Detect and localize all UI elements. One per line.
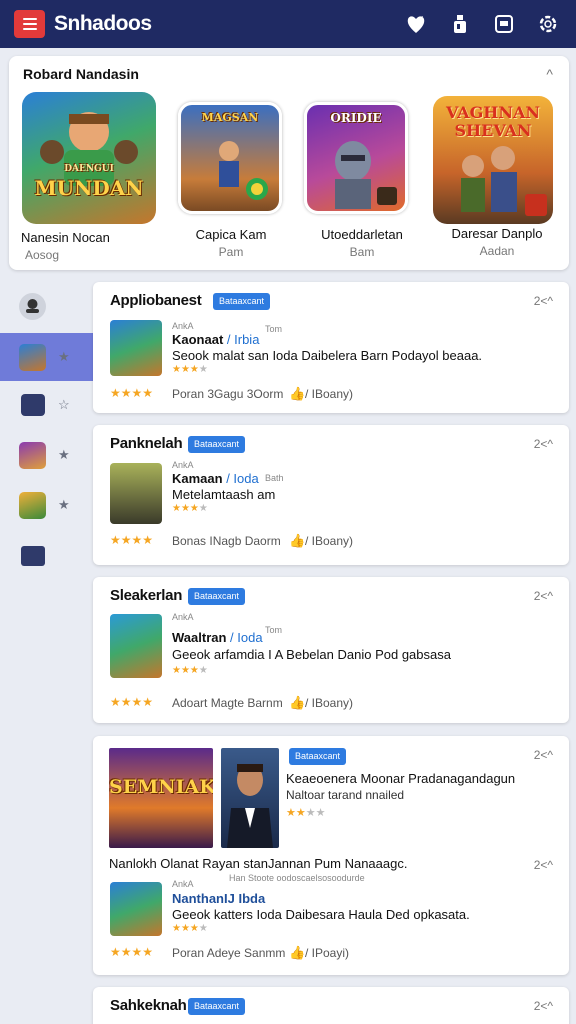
featured-app[interactable]: MAGSAN Capica Kam Pam (161, 92, 301, 259)
menu-button[interactable] (14, 10, 45, 38)
app-card[interactable]: Appliobanest Bataaxcant 2<^ AnkA Tom Kao… (93, 282, 569, 413)
collapse-icon[interactable]: ^ (546, 66, 553, 82)
app-name: NanthanIJ Ibda (172, 891, 266, 906)
rating-stars: ★★★★ (172, 665, 208, 676)
app-thumbnail (110, 882, 162, 936)
sidebar-item-chat[interactable]: ☆ (0, 381, 93, 429)
rating-stars: ★★★★ (110, 695, 154, 709)
game-art: MAGSAN (178, 102, 282, 214)
sidebar-item-profile[interactable] (0, 282, 93, 330)
collapse-icon[interactable]: 2<^ (534, 858, 553, 872)
rating-stars: ★★★★ (286, 807, 326, 819)
featured-section: Robard Nandasin ^ DAENGUI MUNDAN Nanesin… (9, 56, 569, 270)
rating-stars: ★★★★ (172, 923, 208, 934)
app-thumbnail (110, 463, 162, 524)
status-badge: Bataaxcant (289, 748, 347, 765)
sidebar-item-cards[interactable] (0, 532, 93, 580)
sidebar-item-game[interactable]: ★ (0, 481, 93, 529)
game-thumb (19, 441, 46, 469)
card-title: Sleakerlan (110, 587, 183, 604)
heart-shield-icon[interactable] (404, 12, 428, 36)
status-badge: Bataaxcant (213, 293, 271, 310)
rating-stars: ★★★★ (172, 364, 208, 375)
app-name: Waaltran / Ioda (172, 630, 263, 645)
card-icon (21, 546, 45, 566)
rating-stars: ★★★★ (172, 503, 208, 514)
game-thumb (19, 491, 46, 519)
thumbs-up-icon[interactable]: 👍 (289, 695, 305, 710)
collapse-icon[interactable]: 2<^ (534, 999, 553, 1013)
promo-line: Nanlokh Olanat Rayan stanJannan Pum Nana… (109, 856, 408, 871)
app-name: Kaonaat / Irbia (172, 332, 260, 347)
card-title: Panknelah (110, 435, 183, 452)
game-art: VAGHNAN SHEVAN (433, 96, 553, 224)
game-art: DAENGUI MUNDAN (22, 92, 156, 224)
bottle-icon[interactable] (448, 12, 472, 36)
window-icon[interactable] (492, 12, 516, 36)
thumbs-up-icon[interactable]: 👍 (289, 533, 305, 548)
app-description: Geeok arfamdia I A Bebelan Danio Pod gab… (172, 647, 451, 662)
rating-stars: ★★★★ (110, 386, 154, 400)
featured-title: Robard Nandasin (23, 66, 139, 82)
app-title: Snhadoos (54, 12, 152, 35)
promo-title: Keaeoenera Moonar Pradanagandagun (286, 771, 516, 786)
collapse-icon[interactable]: 2<^ (534, 437, 553, 451)
sidebar-item-game[interactable]: ★ (0, 333, 93, 381)
rating-stars: ★★★★ (110, 533, 154, 547)
sidebar: ★ ☆ ★ ★ (0, 282, 93, 1024)
game-art: ORIDIE (304, 102, 408, 214)
sidebar-item-game[interactable]: ★ (0, 431, 93, 479)
promo-subtitle: Naltoar tarand nnailed (286, 788, 405, 802)
card-title: Sahkeknah (110, 997, 187, 1014)
chat-icon (21, 394, 45, 416)
star-icon[interactable]: ☆ (58, 397, 70, 413)
status-badge: Bataaxcant (188, 998, 246, 1015)
game-thumb (19, 343, 46, 371)
featured-app[interactable]: ORIDIE Utoeddarletan Bam (292, 92, 432, 259)
app-thumbnail (110, 614, 162, 678)
app-card[interactable]: Sahkeknah Bataaxcant 2<^ (93, 987, 569, 1024)
app-description: Seook malat san Ioda Daibelera Barn Poda… (172, 348, 483, 363)
collapse-icon[interactable]: 2<^ (534, 748, 553, 762)
featured-app[interactable]: DAENGUI MUNDAN Nanesin Nocan Aosog (9, 92, 156, 262)
card-title: Appliobanest (110, 292, 202, 309)
rating-stars: ★★★★ (110, 945, 154, 959)
star-icon[interactable]: ★ (58, 497, 70, 513)
app-name: Kamaan / Ioda (172, 471, 259, 486)
star-icon[interactable]: ★ (58, 349, 70, 365)
user-icon (19, 292, 46, 320)
app-card[interactable]: Panknelah Bataaxcant 2<^ AnkA Bath Kamaa… (93, 425, 569, 565)
app-thumbnail (110, 320, 162, 376)
app-description: Metelamtaash am (172, 487, 276, 502)
promo-art: SEMNIAK (109, 748, 213, 848)
collapse-icon[interactable]: 2<^ (534, 294, 553, 308)
star-icon[interactable]: ★ (58, 447, 70, 463)
status-badge: Bataaxcant (188, 588, 246, 605)
settings-icon[interactable] (536, 12, 560, 36)
app-card[interactable]: Sleakerlan Bataaxcant 2<^ AnkA Tom Waalt… (93, 577, 569, 723)
promo-card[interactable]: SEMNIAK Bataaxcant 2<^ Keaeoenera Moonar… (93, 736, 569, 975)
featured-app[interactable]: VAGHNAN SHEVAN Daresar Danplo Aadan (427, 92, 567, 258)
top-app-bar: Snhadoos (0, 0, 576, 48)
thumbs-up-icon[interactable]: 👍 (289, 945, 305, 960)
status-badge: Bataaxcant (188, 436, 246, 453)
collapse-icon[interactable]: 2<^ (534, 589, 553, 603)
promo-portrait (221, 748, 279, 848)
thumbs-up-icon[interactable]: 👍 (289, 386, 305, 401)
app-description: Geeok katters Ioda Daibesara Haula Ded o… (172, 907, 470, 922)
